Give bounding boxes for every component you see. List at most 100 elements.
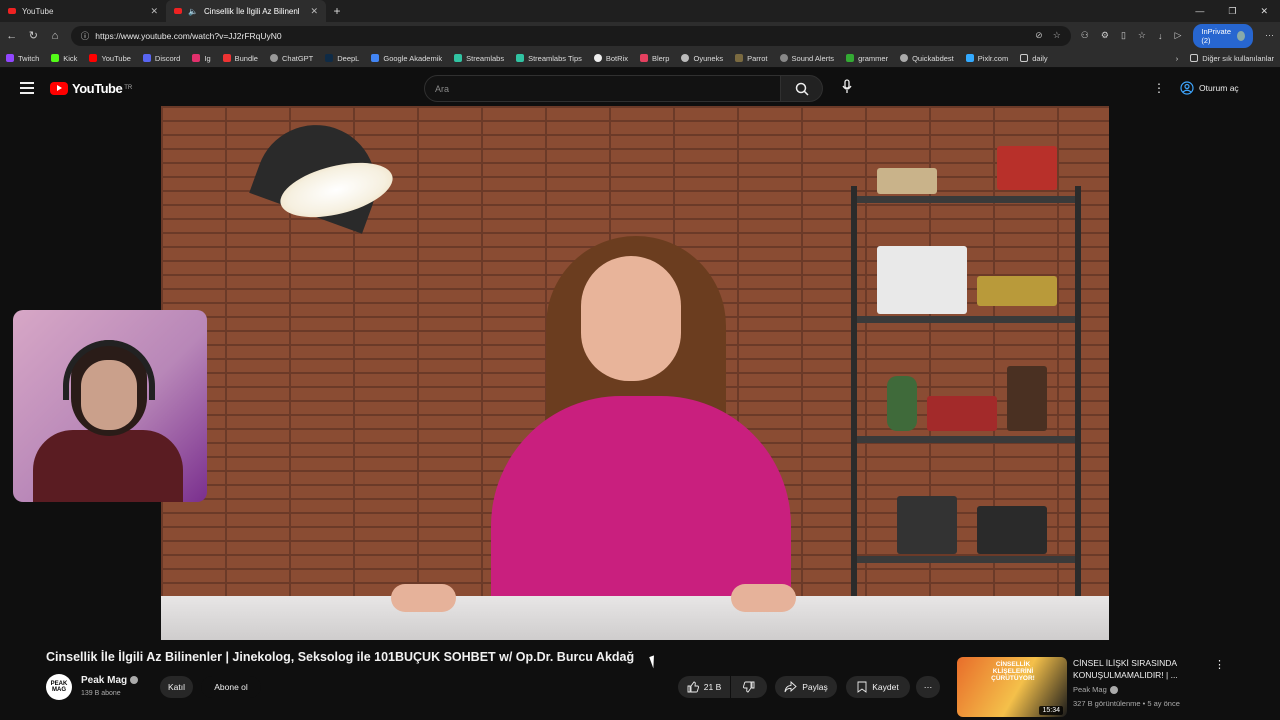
bookmarks-overflow-icon[interactable]: ›	[1176, 54, 1179, 63]
restore-icon[interactable]: ❐	[1228, 6, 1236, 17]
extension-icon[interactable]: ⚇	[1081, 30, 1089, 41]
inprivate-badge[interactable]: InPrivate (2)	[1193, 23, 1253, 48]
channel-name-label: Peak Mag	[81, 675, 128, 686]
bookmark-item[interactable]: Twitch	[6, 54, 39, 63]
verified-icon	[1109, 686, 1118, 695]
bookmark-item[interactable]: Streamlabs	[454, 54, 504, 63]
more-options-icon[interactable]: ⋯	[1265, 30, 1274, 41]
thumbnail-text: CİNSELLİK KLİŞELERİNİ ÇÜRÜTÜYOR!	[991, 661, 1035, 682]
bookmark-label: Ig	[204, 53, 211, 63]
hamburger-menu-icon[interactable]	[20, 82, 34, 94]
bookmark-item[interactable]: Sound Alerts	[779, 54, 834, 63]
bookmark-label: Oyuneks	[693, 53, 724, 63]
bookmark-label: daily	[1032, 53, 1048, 63]
back-icon[interactable]: ←	[6, 30, 18, 42]
recommended-thumbnail[interactable]: CİNSELLİK KLİŞELERİNİ ÇÜRÜTÜYOR! 15:34	[957, 657, 1067, 717]
mouse-cursor-icon	[649, 653, 663, 669]
tab-label: YouTube	[22, 6, 54, 16]
bookmark-label: Blerp	[651, 53, 670, 63]
bookmark-label: Streamlabs Tips	[528, 53, 582, 63]
bookmark-item[interactable]: ChatGPT	[269, 54, 313, 63]
share-button[interactable]: Paylaş	[775, 676, 837, 698]
logo-wordmark: YouTube	[72, 80, 123, 96]
bookmark-item[interactable]: Kick	[51, 54, 77, 63]
favorites-icon[interactable]: ☆	[1138, 30, 1146, 41]
like-button[interactable]: 21 B	[678, 676, 730, 698]
signin-button[interactable]: Oturum aç	[1180, 77, 1239, 99]
toolbar-icons: ⚇ ⚙ ▯ ☆ ↓ ▷ InPrivate (2) ⋯	[1081, 23, 1274, 48]
send-icon[interactable]: ▷	[1174, 30, 1181, 41]
folder-icon	[1020, 54, 1029, 62]
tab-video[interactable]: 🔈 Cinsellik İle İlgili Az Bilinenle ✕	[166, 0, 326, 22]
table	[161, 596, 1109, 640]
person-hand	[391, 584, 456, 612]
bookmark-item[interactable]: Streamlabs Tips	[516, 54, 582, 63]
youtube-logo[interactable]: YouTube TR	[50, 81, 132, 96]
video-player[interactable]	[161, 106, 1109, 640]
recommended-menu-icon[interactable]: ⋮	[1214, 658, 1225, 671]
subscriber-count: 139 B abone	[81, 690, 121, 697]
video-duration: 15:34	[1039, 706, 1063, 715]
save-button[interactable]: Kaydet	[846, 676, 910, 698]
bookmark-item[interactable]: Blerp	[639, 53, 670, 63]
save-label: Kaydet	[872, 682, 899, 692]
close-window-icon[interactable]: ✕	[1260, 6, 1268, 17]
recommended-title[interactable]: CİNSEL İLİŞKİ SIRASINDA KONUŞULMAMALIDIR…	[1073, 657, 1203, 681]
tab-youtube[interactable]: YouTube ✕	[0, 0, 166, 22]
refresh-icon[interactable]: ↻	[28, 29, 40, 42]
tracking-icon[interactable]: ⊘	[1035, 30, 1043, 41]
bookmark-item[interactable]: BotRix	[593, 53, 628, 63]
url-field[interactable]: ⓘ https://www.youtube.com/watch?v=JJ2rFR…	[70, 25, 1071, 46]
minimize-icon[interactable]: —	[1195, 6, 1204, 17]
bookmark-item[interactable]: daily	[1020, 53, 1048, 63]
new-tab-button[interactable]: +	[326, 4, 348, 18]
youtube-favicon-icon	[174, 8, 182, 14]
home-icon[interactable]: ⌂	[49, 30, 61, 42]
bookmark-label: YouTube	[101, 53, 131, 63]
bookmark-item[interactable]: Quickabdest	[900, 54, 954, 63]
bookmark-item[interactable]: Pixlr.com	[965, 54, 1008, 63]
channel-name[interactable]: Peak Mag	[81, 675, 139, 686]
other-bookmarks-folder[interactable]: Diğer sık kullanılanlar	[1190, 54, 1274, 63]
bookmark-item[interactable]: Bundle	[222, 54, 258, 63]
close-icon[interactable]: ✕	[150, 6, 158, 17]
verified-icon	[130, 676, 139, 685]
streamlabs-tips-icon	[516, 54, 525, 62]
kick-icon	[51, 54, 60, 62]
bookmark-item[interactable]: DeepL	[325, 54, 359, 63]
folder-icon	[1190, 54, 1199, 62]
bookmark-label: Streamlabs	[466, 53, 505, 63]
join-button[interactable]: Katıl	[160, 676, 193, 698]
bookmark-item[interactable]: Discord	[142, 54, 180, 63]
search-button[interactable]	[781, 75, 823, 102]
download-icon[interactable]: ↓	[1158, 31, 1163, 41]
bookmark-label: BotRix	[605, 53, 628, 63]
recommended-channel[interactable]: Peak Mag	[1073, 685, 1118, 695]
person-face	[581, 256, 681, 381]
bookmark-label: Kick	[63, 53, 78, 63]
thumbs-down-icon	[743, 681, 755, 693]
search-input[interactable]: Ara	[424, 75, 781, 102]
bookmark-item[interactable]: Google Akademik	[371, 54, 442, 63]
bookmark-item[interactable]: Ig	[192, 53, 211, 63]
speaker-icon[interactable]: 🔈	[188, 7, 198, 16]
site-info-icon[interactable]: ⓘ	[81, 30, 90, 42]
share-icon	[784, 681, 797, 693]
bookmark-label: grammer	[858, 53, 889, 63]
channel-avatar[interactable]: PEAK MAG	[46, 674, 72, 700]
split-screen-icon[interactable]: ▯	[1121, 30, 1126, 41]
favorite-star-icon[interactable]: ☆	[1053, 30, 1061, 41]
subscribe-button[interactable]: Abone ol	[201, 676, 261, 698]
dislike-button[interactable]	[731, 676, 767, 698]
bookmark-item[interactable]: Oyuneks	[681, 54, 723, 63]
bookmark-item[interactable]: Parrot	[735, 54, 768, 63]
more-actions-button[interactable]: ⋯	[916, 676, 940, 698]
person-body	[491, 396, 791, 611]
voice-search-button[interactable]	[839, 76, 855, 98]
puzzle-icon[interactable]: ⚙	[1101, 30, 1109, 41]
bookmark-item[interactable]: grammer	[846, 54, 888, 63]
recommended-meta: 327 B görüntülenme • 5 ay önce	[1073, 699, 1180, 708]
settings-menu-icon[interactable]: ⋮	[1153, 81, 1165, 95]
close-icon[interactable]: ✕	[310, 6, 318, 17]
bookmark-item[interactable]: YouTube	[89, 53, 131, 63]
